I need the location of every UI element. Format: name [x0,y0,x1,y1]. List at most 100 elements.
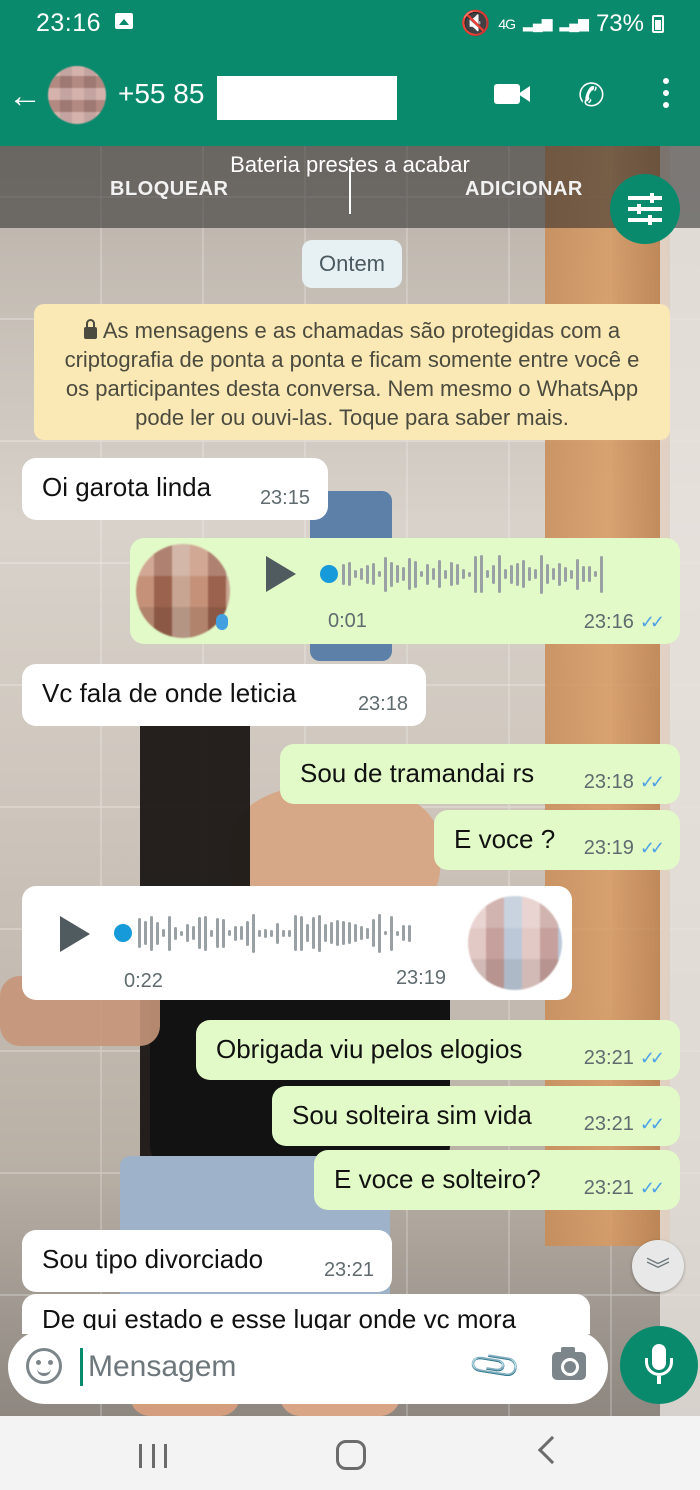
encryption-notice[interactable]: As mensagens e as chamadas são protegida… [34,304,670,440]
phone-icon[interactable]: ✆ [578,76,605,114]
message-composer: 📎 [8,1330,608,1404]
waveform-bar [348,922,351,944]
waveform-bar [522,560,525,588]
message-text: Sou tipo divorciado [42,1244,264,1274]
encryption-text: As mensagens e as chamadas são protegida… [64,318,640,430]
emoji-icon[interactable] [26,1348,62,1384]
message-time: 23:21 ✓✓ [583,1177,665,1199]
read-ticks-icon: ✓✓ [639,838,665,858]
battery-level: 73% [595,9,644,37]
waveform-bar [258,929,261,937]
waveform-bar [234,925,237,941]
signal-icon: ▂▄▆ [523,15,552,31]
play-icon[interactable] [266,556,296,592]
message-text: Oi garota linda [42,472,212,502]
waveform-bar [408,558,411,590]
lock-icon [83,319,97,339]
scroll-to-bottom-button[interactable]: ︾ [632,1240,684,1292]
waveform-bar [294,915,297,951]
waveform-bar [420,571,423,577]
waveform-bar [330,922,333,944]
message-time: 23:15 [259,487,310,509]
waveform-bar [444,569,447,579]
status-right: 🔇 4G ▂▄▆ ▂▄▆ 73% [460,9,664,38]
message-bubble-outgoing[interactable]: Sou solteira sim vida 23:21 ✓✓ [272,1086,680,1146]
back-icon[interactable] [537,1435,567,1465]
waveform-bar [360,926,363,940]
text-cursor [80,1348,83,1386]
waveform-bar [462,569,465,579]
audio-waveform[interactable] [342,551,603,597]
message-bubble-incoming-partial[interactable]: De qui estado e esse lugar onde vc mora [22,1294,590,1334]
audio-duration: 0:01 [328,610,367,632]
message-text: Obrigada viu pelos elogios [216,1034,523,1064]
message-time: 23:19 ✓✓ [583,837,665,859]
waveform-bar [474,555,477,593]
waveform-bar [276,922,279,944]
more-options-icon[interactable] [662,78,670,112]
waveform-bar [246,920,249,946]
message-bubble-outgoing[interactable]: E voce ? 23:19 ✓✓ [434,810,680,870]
message-bubble-incoming[interactable]: Sou tipo divorciado 23:21 [22,1230,392,1292]
voice-message-incoming[interactable]: 0:22 23:19 [22,886,572,1000]
chat-header: ← +55 85 ✆ [0,46,700,146]
waveform-bar [540,554,543,594]
read-ticks-icon: ✓✓ [639,772,665,792]
waveform-bar [588,566,591,582]
audio-seek-knob[interactable] [114,924,132,942]
waveform-bar [198,917,201,949]
sender-avatar [468,896,562,990]
waveform-bar [402,925,405,941]
redaction-box [217,76,397,120]
waveform-bar [318,914,321,952]
audio-seek-knob[interactable] [320,565,338,583]
message-time: 23:21 ✓✓ [583,1047,665,1069]
message-bubble-incoming[interactable]: Vc fala de onde leticia 23:18 [22,664,426,726]
waveform-bar [594,571,597,577]
message-bubble-outgoing[interactable]: Sou de tramandai rs 23:18 ✓✓ [280,744,680,804]
waveform-bar [204,915,207,951]
contact-name[interactable]: +55 85 [118,78,204,110]
waveform-bar [408,924,411,942]
voice-record-button[interactable] [620,1326,698,1404]
camera-icon[interactable] [552,1347,586,1380]
waveform-bar [456,563,459,585]
attach-icon[interactable]: 📎 [466,1337,524,1395]
audio-waveform[interactable] [138,910,411,956]
filter-icon[interactable] [610,174,680,244]
video-call-icon[interactable] [494,80,532,108]
waveform-bar [252,913,255,953]
waveform-bar [282,929,285,937]
message-bubble-outgoing[interactable]: E voce e solteiro? 23:21 ✓✓ [314,1150,680,1210]
waveform-bar [186,924,189,942]
play-icon[interactable] [60,916,90,952]
voice-message-outgoing[interactable]: 0:01 23:16 ✓✓ [130,538,680,644]
message-bubble-incoming[interactable]: Oi garota linda 23:15 [22,458,328,520]
waveform-bar [372,919,375,947]
contact-avatar[interactable] [48,66,106,124]
message-time: 23:21 [323,1259,374,1281]
recent-apps-icon[interactable] [139,1444,167,1468]
waveform-bar [516,562,519,586]
waveform-bar [138,918,141,948]
chat-area[interactable]: Bateria prestes a acabar BLOQUEAR ADICIO… [0,146,700,1416]
waveform-bar [426,563,429,585]
home-icon[interactable] [336,1440,366,1470]
waveform-bar [324,924,327,942]
waveform-bar [498,555,501,593]
waveform-bar [300,915,303,951]
mic-icon [216,614,228,630]
waveform-bar [528,567,531,581]
back-arrow-icon[interactable]: ← [8,76,42,116]
message-input[interactable] [88,1346,458,1388]
waveform-bar [396,565,399,583]
message-bubble-outgoing[interactable]: Obrigada viu pelos elogios 23:21 ✓✓ [196,1020,680,1080]
read-ticks-icon: ✓✓ [639,1048,665,1068]
message-text: Sou solteira sim vida [292,1100,532,1130]
add-contact-button[interactable]: ADICIONAR [465,178,583,201]
waveform-bar [354,570,357,578]
message-time: 23:21 ✓✓ [583,1113,665,1135]
block-button[interactable]: BLOQUEAR [110,178,228,201]
waveform-bar [174,926,177,940]
waveform-bar [480,555,483,593]
